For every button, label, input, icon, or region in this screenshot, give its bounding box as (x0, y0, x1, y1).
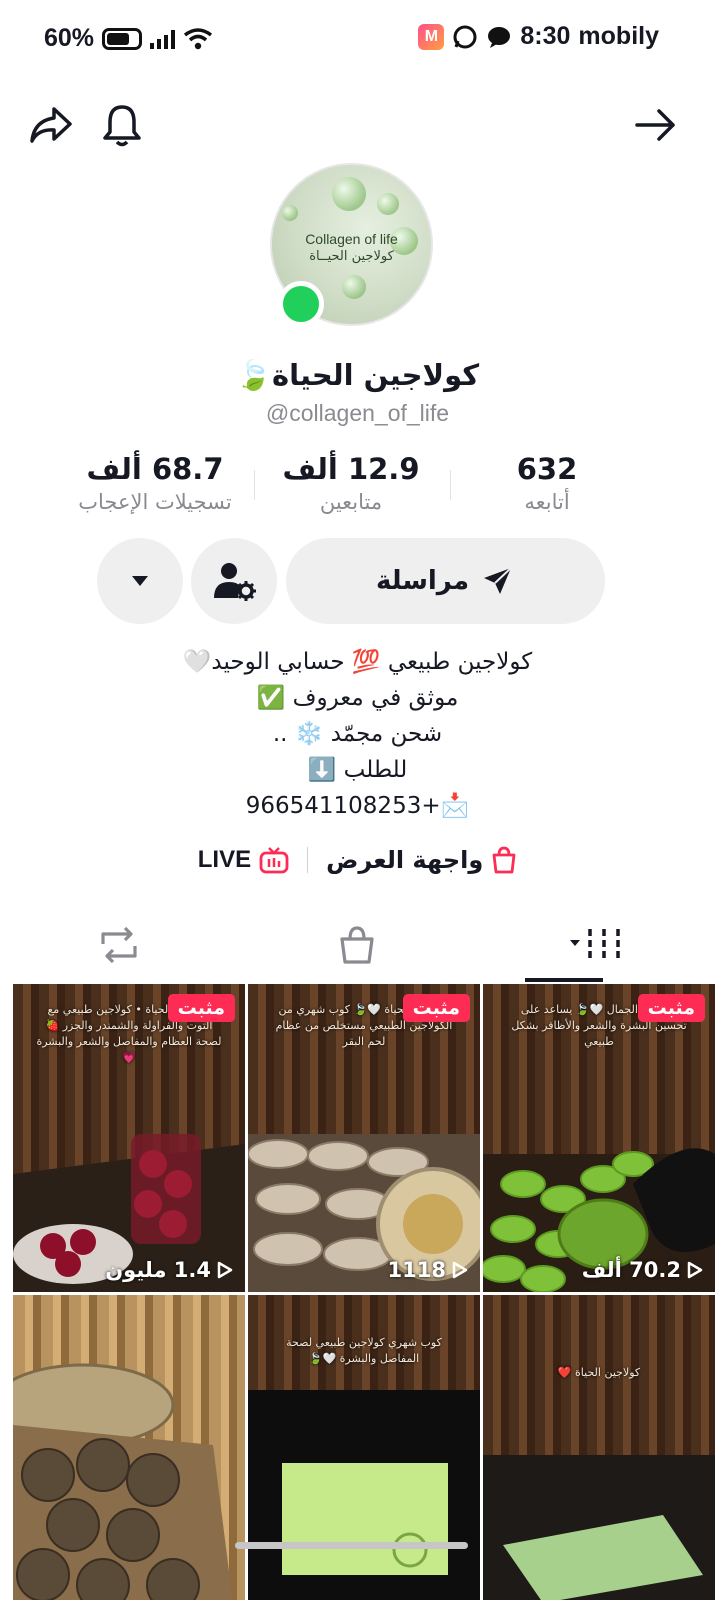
share-icon (30, 107, 72, 143)
app-notification-icon: M (418, 23, 445, 50)
signal-icon (150, 29, 176, 49)
status-right: M 8:30 mobily (418, 22, 659, 51)
avatar-logo-text-ar: كولاجين الحيــاة (309, 249, 394, 264)
clock: 8:30 (520, 22, 571, 50)
avatar-bubble (282, 205, 298, 221)
view-count-value: 1118 (387, 1258, 446, 1282)
battery-percent: 60% (44, 24, 95, 52)
status-left: 60% (44, 24, 213, 53)
home-indicator[interactable] (235, 1542, 468, 1549)
active-tab-indicator (525, 978, 603, 982)
profile-links: واجهة العرض LIVE (0, 846, 715, 874)
video-tile[interactable]: كولاجين الجمال 🤍🍃 يساعد على تحسين البشرة… (483, 984, 715, 1292)
divider (307, 847, 309, 873)
wifi-icon (183, 27, 213, 49)
play-icon (217, 1261, 233, 1279)
avatar-bubble (332, 177, 366, 211)
bell-icon (103, 105, 141, 147)
more-options-button[interactable] (97, 538, 183, 624)
showcase-link-label: واجهة العرض (326, 846, 484, 874)
live-link-label: LIVE (197, 846, 252, 873)
play-icon (687, 1261, 703, 1279)
pinned-badge: مثبت (637, 994, 705, 1022)
thumbnail-illustration (483, 1455, 715, 1600)
online-status-indicator (278, 281, 324, 327)
video-grid: كولاجين الجمال 🤍🍃 يساعد على تحسين البشرة… (0, 984, 715, 1600)
repost-icon (101, 926, 137, 964)
send-icon (484, 567, 512, 594)
shopping-bag-icon (492, 846, 516, 874)
caret-down-icon (132, 576, 148, 586)
thumbnail-illustration (13, 1363, 233, 1600)
message-button-label: مراسلة (375, 566, 470, 596)
message-button[interactable]: مراسلة (286, 538, 605, 624)
battery-icon (102, 27, 143, 50)
video-tile[interactable]: كولاجين الحياة 🤍🍃 كوب شهري من الكولاجين … (248, 984, 480, 1292)
user-settings-icon (214, 563, 256, 601)
tab-shop[interactable] (238, 915, 476, 975)
notifications-button[interactable] (97, 100, 147, 150)
bio-line[interactable]: 📩+966541108253 (0, 788, 715, 824)
profile-name: كولاجين الحياة🍃 (235, 358, 480, 392)
share-button[interactable] (26, 100, 76, 150)
video-tile[interactable]: كولاجين الحياة • كولاجين طبيعي مع التوت … (13, 984, 245, 1292)
status-bar: 60% M 8:30 mobily (0, 0, 715, 80)
arrow-right-icon (635, 109, 675, 141)
divider (450, 470, 451, 500)
live-link[interactable]: LIVE (198, 846, 289, 874)
bio-line: كولاجين طبيعي 💯 حسابي الوحيد🤍 (182, 649, 533, 675)
video-tile[interactable]: كولاجين الحياة ❤️ (483, 1295, 715, 1600)
pinned-badge: مثبت (402, 994, 470, 1022)
grid-sort-icon (570, 929, 620, 961)
whatsapp-icon (453, 25, 477, 48)
view-count: 1.4 مليون (105, 1258, 233, 1282)
follow-settings-button[interactable] (191, 538, 277, 624)
video-caption: كوب شهري كولاجين طبيعي لصحة المفاصل والب… (286, 1336, 442, 1365)
bio-line: شحن مجمّد ❄️ .. (272, 721, 443, 747)
chat-bubble-icon (488, 26, 511, 48)
tv-icon (259, 847, 289, 874)
video-tile[interactable]: كوب شهري كولاجين طبيعي لصحة المفاصل والب… (248, 1295, 480, 1600)
divider (254, 470, 255, 500)
profile-bio: كولاجين طبيعي 💯 حسابي الوحيد🤍 موثق في مع… (0, 644, 715, 824)
stat-value: 68.7 ألف (86, 452, 224, 486)
profile-handle: @collagen_of_life (265, 400, 450, 426)
stat-label: متابعين (319, 490, 383, 514)
back-button[interactable] (630, 100, 680, 150)
stat-following[interactable]: 632 أتابعه (452, 452, 642, 514)
carrier-name: mobily (578, 22, 659, 50)
tab-videos[interactable] (477, 915, 715, 975)
showcase-link[interactable]: واجهة العرض (326, 846, 517, 874)
avatar-bubble (377, 193, 399, 215)
bio-line: للطلب ⬇️ (307, 757, 408, 783)
tab-reposts[interactable] (0, 915, 238, 975)
stat-followers[interactable]: 12.9 ألف متابعين (256, 452, 446, 514)
bio-line: موثق في معروف ✅ (256, 685, 459, 711)
video-caption: كولاجين الحياة ❤️ (557, 1366, 641, 1379)
view-count-value: 70.2 ألف (581, 1258, 681, 1282)
view-count-value: 1.4 مليون (105, 1258, 211, 1282)
avatar-bubble (342, 275, 366, 299)
shopping-bag-icon (340, 926, 374, 964)
pinned-badge: مثبت (167, 994, 235, 1022)
stat-label: تسجيلات الإعجاب (78, 490, 232, 514)
play-icon (452, 1261, 468, 1279)
stat-likes[interactable]: 68.7 ألف تسجيلات الإعجاب (60, 452, 250, 514)
stat-label: أتابعه (524, 490, 570, 514)
stat-value: 12.9 ألف (282, 452, 420, 486)
view-count: 1118 (388, 1258, 468, 1282)
stat-value: 632 (516, 452, 578, 486)
view-count: 70.2 ألف (582, 1258, 703, 1282)
video-tile[interactable] (13, 1295, 245, 1600)
avatar-logo-text: Collagen of life (305, 231, 398, 247)
